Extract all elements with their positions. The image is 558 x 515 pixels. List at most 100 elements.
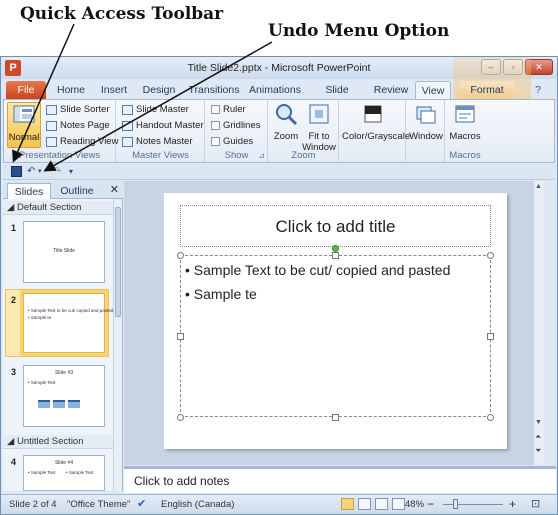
color-grayscale-button[interactable]: Color/Grayscale — [342, 102, 410, 142]
theme-name[interactable]: "Office Theme" — [67, 499, 130, 510]
notes-master-icon — [122, 136, 133, 147]
color-grayscale-icon — [364, 105, 382, 123]
help-icon[interactable]: ? — [531, 81, 545, 99]
content-placeholder[interactable]: • Sample Text to be cut/ copied and past… — [180, 255, 491, 417]
section-header-untitled[interactable]: ◢ Untitled Section — [3, 435, 113, 449]
zoom-slider-knob[interactable] — [453, 499, 458, 509]
current-slide: Click to add title • Sample Text to be c… — [164, 193, 507, 449]
undo-icon[interactable]: ↶ — [27, 166, 35, 178]
notes-pane[interactable]: Click to add notes — [124, 466, 556, 493]
slide-scrollbar[interactable]: ▲ ▼ ⏶ ⏷ — [533, 181, 544, 465]
ruler-checkbox[interactable]: Ruler — [211, 104, 246, 115]
window-button[interactable]: Window — [409, 102, 443, 142]
normal-view-status-icon[interactable] — [341, 498, 354, 510]
reading-view-label: Reading View — [60, 136, 119, 147]
slide-bullet[interactable]: • Sample Text to be cut/ copied and past… — [185, 262, 450, 278]
undo-dropdown-icon[interactable]: ▾ — [38, 166, 42, 178]
notes-master-label: Notes Master — [136, 136, 193, 147]
annotation-undo-menu-option: Undo Menu Option — [268, 21, 450, 41]
tab-insert[interactable]: Insert — [97, 81, 131, 99]
thumb-bullet: • Sample Text to be cut/ copied and past… — [28, 308, 114, 313]
previous-slide-icon[interactable]: ⏶ — [535, 433, 541, 441]
resize-handle[interactable] — [177, 252, 184, 259]
window-label: Window — [409, 131, 443, 142]
slide-number: 1 — [11, 223, 17, 233]
resize-handle[interactable] — [487, 333, 494, 340]
thumb-bullet: • Sample Text — [28, 380, 56, 385]
tab-transitions[interactable]: Transitions — [187, 81, 241, 99]
slide-thumbnail[interactable]: Slide #4 • Sample Text • Sample Text — [23, 455, 105, 491]
collapse-icon: ◢ — [7, 436, 17, 447]
normal-view-button[interactable]: Normal — [7, 102, 41, 148]
resize-handle[interactable] — [332, 414, 339, 421]
spell-check-icon[interactable]: ✔ — [137, 497, 146, 510]
slide-sorter-icon — [46, 104, 57, 115]
rotation-handle[interactable] — [332, 245, 339, 252]
tab-slide-show[interactable]: Slide Show — [311, 81, 363, 114]
section-header-default[interactable]: ◢ Default Section — [3, 201, 113, 215]
slide-thumbnail[interactable]: Slide #3 • Sample Text — [23, 365, 105, 427]
tab-design[interactable]: Design — [141, 81, 177, 99]
pane-scroll-thumb[interactable] — [115, 207, 121, 317]
slide-sorter-status-icon[interactable] — [358, 498, 371, 510]
save-icon[interactable] — [11, 166, 22, 177]
slide-thumbnail[interactable]: Title Slide — [23, 221, 105, 283]
gridlines-checkbox[interactable]: Gridlines — [211, 120, 261, 131]
slide-thumbnail-selected[interactable]: • Sample Text to be cut/ copied and past… — [20, 290, 113, 356]
zoom-slider[interactable] — [443, 504, 503, 505]
notes-master-button[interactable]: Notes Master — [122, 136, 193, 147]
tab-animations[interactable]: Animations — [249, 81, 301, 99]
fit-to-window-button[interactable]: Fit to Window — [301, 102, 337, 153]
resize-handle[interactable] — [487, 414, 494, 421]
collapse-icon: ◢ — [7, 202, 17, 213]
scroll-up-icon[interactable]: ▲ — [535, 183, 542, 190]
slide-show-status-icon[interactable] — [392, 498, 405, 510]
zoom-level[interactable]: 48% — [405, 499, 424, 510]
reading-view-status-icon[interactable] — [375, 498, 388, 510]
resize-handle[interactable] — [332, 252, 339, 259]
tab-home[interactable]: Home — [53, 81, 89, 99]
thumb-table — [38, 400, 80, 408]
notes-page-button[interactable]: Notes Page — [46, 120, 110, 131]
customize-qat-icon[interactable]: ▾ — [69, 166, 73, 178]
thumb-title: Slide #3 — [54, 370, 74, 376]
resize-handle[interactable] — [487, 252, 494, 259]
resize-handle[interactable] — [177, 414, 184, 421]
macros-button[interactable]: Macros — [448, 102, 482, 142]
reading-view-button[interactable]: Reading View — [46, 136, 118, 147]
fit-slide-icon[interactable]: ⊡ — [531, 497, 540, 510]
close-pane-icon[interactable]: ✕ — [110, 183, 119, 196]
tab-format[interactable]: Format — [459, 81, 515, 99]
pane-scrollbar[interactable] — [113, 199, 122, 491]
zoom-out-icon[interactable]: − — [427, 497, 434, 511]
tab-outline[interactable]: Outline — [55, 183, 99, 199]
language[interactable]: English (Canada) — [161, 499, 234, 510]
annotation-quick-access-toolbar: Quick Access Toolbar — [20, 4, 224, 24]
tab-slides[interactable]: Slides — [7, 183, 51, 199]
slide-master-button[interactable]: Slide Master — [122, 104, 189, 115]
zoom-label: Zoom — [273, 131, 299, 142]
next-slide-icon[interactable]: ⏷ — [535, 447, 541, 455]
handout-master-icon — [122, 120, 133, 131]
slides-pane: Slides Outline ✕ ◢ Default Section 1 Tit… — [3, 181, 123, 491]
slide-bullet[interactable]: • Sample te — [185, 286, 257, 302]
group-master-views: Slide Master Handout Master Notes Master… — [117, 100, 205, 162]
handout-master-button[interactable]: Handout Master — [122, 120, 204, 131]
tab-review[interactable]: Review — [373, 81, 409, 99]
title-placeholder[interactable]: Click to add title — [180, 205, 491, 247]
slide-master-icon — [122, 104, 133, 115]
slide-sorter-button[interactable]: Slide Sorter — [46, 104, 110, 115]
scroll-down-icon[interactable]: ▼ — [535, 419, 542, 426]
magnifier-icon — [276, 104, 298, 126]
ruler-label: Ruler — [223, 104, 246, 115]
tab-view[interactable]: View — [415, 81, 451, 99]
group-window: Window — [407, 100, 445, 162]
zoom-button[interactable]: Zoom — [271, 102, 301, 142]
show-dialog-launcher-icon[interactable]: ⊿ — [258, 151, 265, 160]
guides-checkbox[interactable]: Guides — [211, 136, 253, 147]
tab-file[interactable]: File — [6, 81, 46, 99]
group-presentation-views: Normal Slide Sorter Notes Page Reading V… — [4, 100, 118, 162]
redo-icon[interactable]: ↷ — [53, 166, 61, 178]
resize-handle[interactable] — [177, 333, 184, 340]
zoom-in-icon[interactable]: + — [509, 497, 516, 511]
